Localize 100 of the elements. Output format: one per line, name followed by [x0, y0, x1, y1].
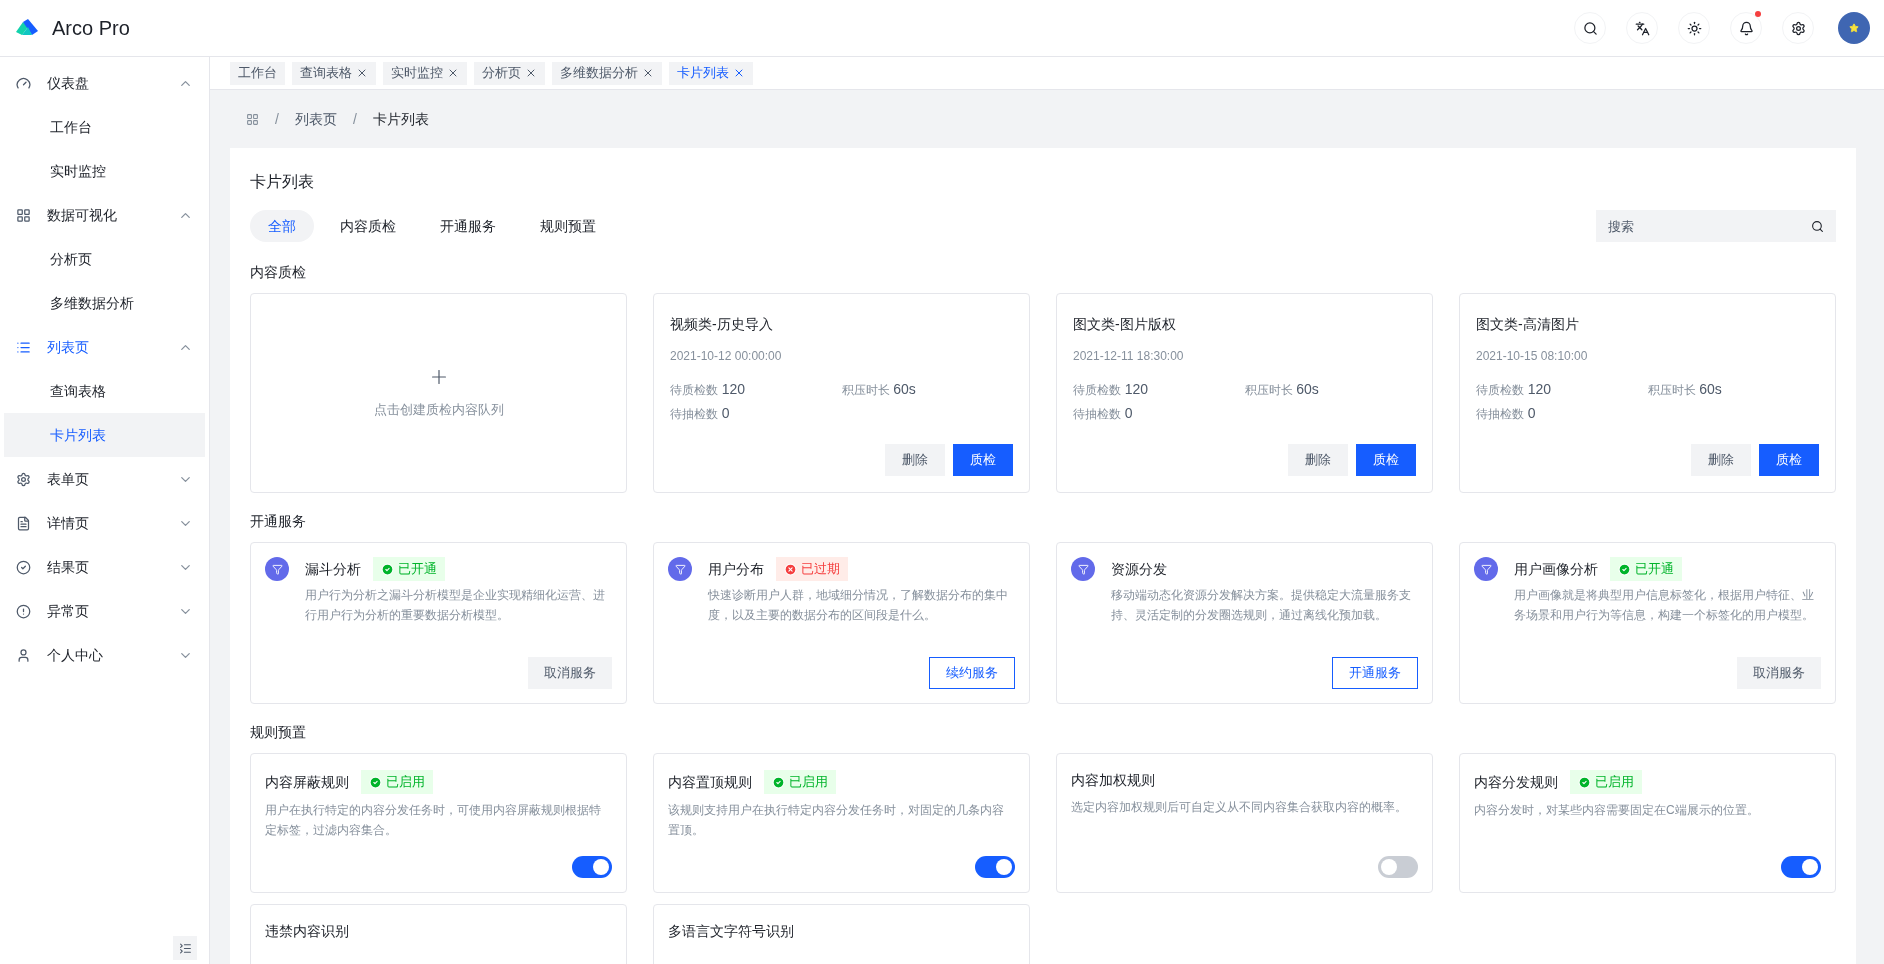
page-tab[interactable]: 多维数据分析	[552, 61, 662, 85]
toggle-switch[interactable]	[1781, 856, 1821, 878]
card-description: 内容分发时，对某些内容需要固定在C端展示的位置。	[1474, 802, 1760, 819]
card-title: 用户画像分析	[1514, 559, 1598, 579]
filter-tab[interactable]: 规则预置	[522, 210, 614, 242]
menu-item[interactable]: 详情页	[4, 501, 205, 545]
status-tag: 已开通	[373, 557, 445, 581]
card-time: 2021-10-12 00:00:00	[670, 348, 783, 365]
status-tag: 已开通	[1610, 557, 1682, 581]
section-heading: 内容质检	[250, 263, 307, 282]
card-description: 快速诊断用户人群，地域细分情况，了解数据分布的集中度，以及主要的数据分布的区间段是什么。	[707, 587, 1009, 624]
page-tab[interactable]: 实时监控	[383, 61, 467, 85]
service-button[interactable]: 开通服务	[1332, 657, 1418, 689]
user-avatar[interactable]	[1838, 12, 1870, 44]
service-button[interactable]: 取消服务	[1737, 657, 1821, 689]
filter-tab[interactable]: 全部	[250, 210, 314, 242]
bell-icon	[1738, 20, 1754, 36]
grid-icon	[16, 207, 31, 223]
delete-button[interactable]: 删除	[1288, 444, 1348, 476]
close-icon[interactable]	[356, 67, 368, 79]
close-icon[interactable]	[733, 67, 745, 79]
card-title: 内容置顶规则	[668, 772, 752, 792]
card-title: 内容加权规则	[1071, 771, 1155, 790]
menu-label: 列表页	[47, 337, 89, 357]
card-time: 2021-12-11 18:30:00	[1073, 348, 1185, 365]
filter-tab[interactable]: 内容质检	[322, 210, 414, 242]
inspect-button[interactable]: 质检	[1759, 444, 1819, 476]
list-icon	[16, 339, 31, 355]
delete-button[interactable]: 删除	[885, 444, 945, 476]
card-title: 用户分布	[708, 559, 764, 579]
card-title: 内容屏蔽规则	[265, 772, 349, 792]
submenu-item[interactable]: 多维数据分析	[4, 281, 205, 325]
status-tag: 已启用	[1570, 770, 1642, 794]
star-icon	[1849, 23, 1859, 33]
search-field[interactable]: 搜索	[1596, 210, 1836, 242]
stat-text: 待质检数 120	[1476, 380, 1552, 399]
close-icon[interactable]	[642, 67, 654, 79]
inspect-button[interactable]: 质检	[1356, 444, 1416, 476]
menu-item[interactable]: 结果页	[4, 545, 205, 589]
card-title: 漏斗分析	[305, 559, 361, 579]
inspect-button[interactable]: 质检	[953, 444, 1013, 476]
submenu-item[interactable]: 分析页	[4, 237, 205, 281]
status-tag: 已启用	[764, 770, 836, 794]
status-tag: 已过期	[776, 557, 848, 581]
page-tab[interactable]: 卡片列表	[669, 61, 753, 85]
card-description: 选定内容加权规则后可自定义从不同内容集合获取内容的概率。	[1071, 799, 1408, 816]
logo-icon	[14, 18, 40, 38]
search-icon	[1811, 220, 1824, 233]
funnel-glyph-icon	[1077, 563, 1089, 575]
card-time: 2021-10-15 08:10:00	[1476, 348, 1589, 365]
submenu-item[interactable]: 查询表格	[4, 369, 205, 413]
submenu-item[interactable]: 实时监控	[4, 149, 205, 193]
app-title: Arco Pro	[52, 16, 130, 41]
page-tab[interactable]: 工作台	[230, 61, 285, 85]
toggle-switch[interactable]	[1378, 856, 1418, 878]
dashboard-icon	[16, 75, 31, 91]
delete-button[interactable]: 删除	[1691, 444, 1751, 476]
menu-label: 数据可视化	[47, 205, 117, 225]
toggle-switch[interactable]	[975, 856, 1015, 878]
menu-item[interactable]: 仪表盘	[4, 61, 205, 105]
submenu-item[interactable]: 工作台	[4, 105, 205, 149]
card-description: 移动端动态化资源分发解决方案。提供稳定大流量服务支持、灵活定制的分发圈选规则，通过离线化预加载。	[1110, 587, 1412, 624]
page-tab[interactable]: 分析页	[474, 61, 545, 85]
user-icon	[16, 647, 31, 663]
breadcrumb-separator: /	[351, 109, 358, 129]
grid-icon[interactable]	[246, 112, 259, 126]
close-icon[interactable]	[525, 67, 537, 79]
close-icon[interactable]	[447, 67, 459, 79]
menu-item[interactable]: 表单页	[4, 457, 205, 501]
menu-item[interactable]: 个人中心	[4, 633, 205, 677]
breadcrumb-item[interactable]: 卡片列表	[372, 108, 429, 130]
page-tab[interactable]: 查询表格	[292, 61, 376, 85]
toggle-switch[interactable]	[572, 856, 612, 878]
stat-text: 积压时长 60s	[841, 380, 917, 399]
check-circle-icon	[16, 559, 31, 575]
filter-tab[interactable]: 开通服务	[422, 210, 514, 242]
breadcrumb-item[interactable]: 列表页	[294, 108, 337, 130]
card-description: 该规则支持用户在执行特定内容分发任务时，对固定的几条内容置顶。	[668, 802, 1005, 839]
card-title: 图文类-图片版权	[1073, 315, 1177, 334]
check-circle-icon	[1618, 562, 1631, 576]
alert-circle-icon	[16, 603, 31, 619]
breadcrumb-separator: /	[274, 109, 280, 129]
funnel-glyph-icon	[1480, 563, 1492, 575]
service-button[interactable]: 取消服务	[528, 657, 612, 689]
stat-text: 积压时长 60s	[1244, 380, 1320, 399]
menu-label: 异常页	[47, 601, 89, 621]
service-button[interactable]: 续约服务	[929, 657, 1015, 689]
submenu-item[interactable]: 卡片列表	[4, 413, 205, 457]
stat-text: 待质检数 120	[670, 380, 746, 399]
collapse-icon	[178, 941, 192, 955]
menu-item[interactable]: 列表页	[4, 325, 205, 369]
collapse-button[interactable]	[173, 936, 197, 960]
card-title: 内容分发规则	[1474, 772, 1558, 792]
create-label: 点击创建质检内容队列	[373, 401, 504, 420]
stat-text: 待质检数 120	[1073, 380, 1149, 399]
card-title: 视频类-历史导入	[670, 315, 774, 334]
card-description: 用户在执行特定的内容分发任务时，可使用内容屏蔽规则根据特定标签，过滤内容集合。	[265, 802, 602, 839]
menu-item[interactable]: 数据可视化	[4, 193, 205, 237]
menu-item[interactable]: 异常页	[4, 589, 205, 633]
menu-label: 结果页	[47, 557, 89, 577]
